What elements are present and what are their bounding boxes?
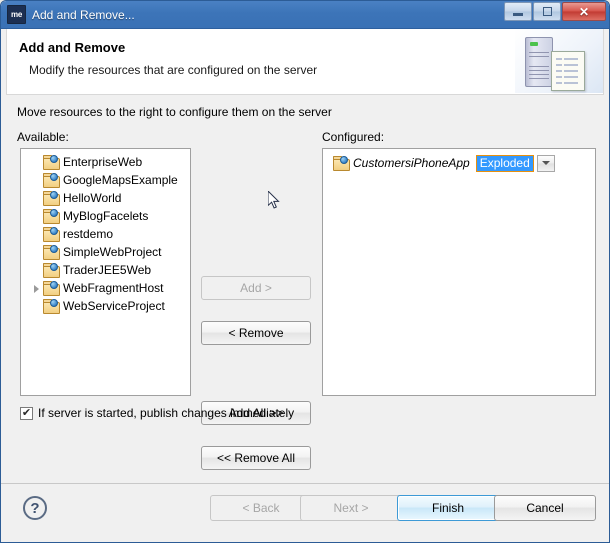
close-icon: ✕ (578, 4, 590, 19)
deploy-mode-combobox[interactable]: Exploded (475, 154, 555, 172)
publish-immediately-row[interactable]: ✔ If server is started, publish changes … (20, 406, 294, 420)
server-led-icon (530, 42, 538, 46)
configured-list-item[interactable]: CustomersiPhoneApp Exploded (323, 153, 595, 173)
chevron-down-icon[interactable] (536, 154, 555, 172)
configured-list-item-label: CustomersiPhoneApp (353, 156, 470, 170)
available-list-item-label: SimpleWebProject (63, 245, 162, 259)
configured-label: Configured: (322, 130, 385, 144)
web-project-icon (43, 155, 60, 170)
publish-immediately-checkbox[interactable]: ✔ (20, 406, 33, 420)
available-list-item[interactable]: restdemo (21, 225, 190, 243)
available-list-item[interactable]: EnterpriseWeb (21, 153, 190, 171)
back-button[interactable]: < Back (210, 495, 312, 521)
web-project-icon (43, 227, 60, 242)
dialog-footer: ? < Back Next > Finish Cancel (1, 483, 609, 542)
finish-button[interactable]: Finish (397, 495, 499, 521)
web-project-icon (43, 209, 60, 224)
minimize-icon (513, 13, 523, 16)
web-project-icon (43, 191, 60, 206)
web-project-icon (43, 299, 60, 314)
instruction-text: Move resources to the right to configure… (17, 105, 332, 119)
available-list-item[interactable]: WebFragmentHost (21, 279, 190, 297)
configured-resources-list[interactable]: CustomersiPhoneApp Exploded (322, 148, 596, 396)
available-list-item[interactable]: HelloWorld (21, 189, 190, 207)
app-icon: me (7, 5, 26, 24)
remove-all-button[interactable]: << Remove All (201, 446, 311, 470)
web-project-icon (43, 245, 60, 260)
title-bar[interactable]: me Add and Remove... ✕ (1, 1, 609, 29)
available-list-item[interactable]: TraderJEE5Web (21, 261, 190, 279)
add-button[interactable]: Add > (201, 276, 311, 300)
available-list-item-label: WebServiceProject (63, 299, 165, 313)
available-list-item-label: HelloWorld (63, 191, 122, 205)
available-list-item-label: GoogleMapsExample (63, 173, 178, 187)
close-button[interactable]: ✕ (562, 2, 606, 21)
maximize-icon (542, 7, 552, 16)
available-list-item-label: EnterpriseWeb (63, 155, 143, 169)
server-tower-icon (525, 37, 553, 87)
available-label: Available: (17, 130, 69, 144)
window-controls: ✕ (504, 2, 606, 21)
available-list-item[interactable]: SimpleWebProject (21, 243, 190, 261)
document-icon (551, 51, 585, 91)
available-list-item[interactable]: MyBlogFacelets (21, 207, 190, 225)
remove-button[interactable]: < Remove (201, 321, 311, 345)
deploy-mode-value[interactable]: Exploded (475, 154, 534, 172)
server-banner-icon (515, 29, 603, 93)
available-list-item[interactable]: WebServiceProject (21, 297, 190, 315)
web-project-icon (333, 156, 350, 171)
available-list-item[interactable]: GoogleMapsExample (21, 171, 190, 189)
window-title: Add and Remove... (32, 7, 135, 22)
publish-immediately-label: If server is started, publish changes im… (38, 406, 295, 420)
available-resources-list[interactable]: EnterpriseWeb GoogleMapsExample HelloWorld… (20, 148, 191, 396)
next-button[interactable]: Next > (300, 495, 402, 521)
header-subtitle: Modify the resources that are configured… (29, 63, 318, 77)
header-title: Add and Remove (19, 40, 126, 55)
available-list-item-label: TraderJEE5Web (63, 263, 152, 277)
web-project-icon (43, 173, 60, 188)
add-and-remove-dialog: me Add and Remove... ✕ Add and Remove Mo… (0, 0, 610, 543)
minimize-button[interactable] (504, 2, 532, 21)
available-list-item-label: WebFragmentHost (63, 281, 164, 295)
dialog-header: Add and Remove Modify the resources that… (6, 29, 604, 95)
dialog-body: Move resources to the right to configure… (1, 96, 609, 484)
web-project-icon (43, 263, 60, 278)
cancel-button[interactable]: Cancel (494, 495, 596, 521)
help-icon[interactable]: ? (23, 496, 47, 520)
maximize-button[interactable] (533, 2, 561, 21)
expand-arrow-icon[interactable] (31, 283, 42, 294)
available-list-item-label: MyBlogFacelets (63, 209, 149, 223)
web-project-icon (43, 281, 60, 296)
available-list-item-label: restdemo (63, 227, 114, 241)
